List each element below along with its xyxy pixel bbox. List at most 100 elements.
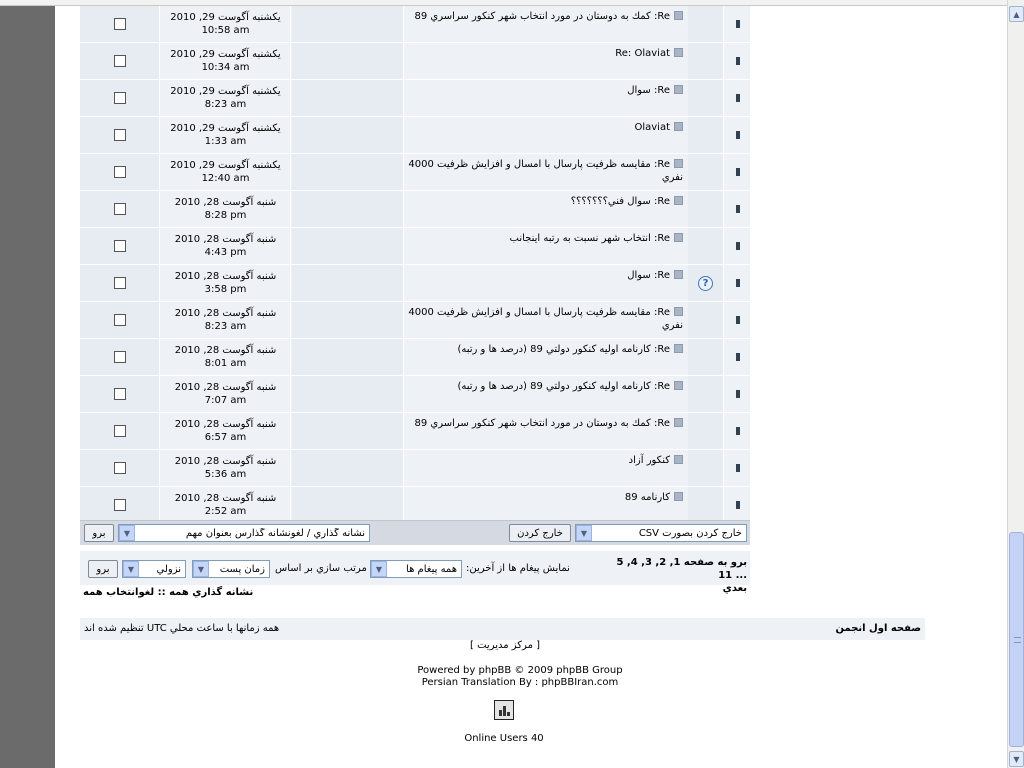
post-subject-link[interactable]: Re: كمك به دوستان در مورد انتخاب شهر كنك… [414, 11, 670, 22]
post-time: 4:43 pm [204, 247, 247, 258]
row-marker [725, 191, 750, 227]
online-users-count: Online Users 40 [464, 733, 544, 744]
export-button[interactable]: خارج كردن [509, 524, 571, 542]
mark-all-links[interactable]: نشانه گذاري همه :: لغوانتخاب همه [83, 587, 253, 598]
post-marker-icon [735, 242, 740, 250]
sort-key-select[interactable]: ▼ زمان پست [192, 560, 270, 578]
row-select-cell [80, 339, 160, 375]
sort-label: مرتب سازي بر اساس [275, 563, 367, 574]
post-subject-link[interactable]: كنكور آزاد [629, 455, 670, 466]
post-subject-link[interactable]: Re: كمك به دوستان در مورد انتخاب شهر كنك… [414, 418, 670, 429]
stats-icon[interactable] [494, 700, 514, 720]
post-day: شنبه آگوست 28, 2010 [174, 271, 277, 282]
post-subject-link[interactable]: Re: مقايسه ظرفيت پارسال با امسال و افزاي… [408, 307, 683, 331]
post-row: شنبه آگوست 28, 2010 7:07 am Re: كارنامه او… [80, 376, 750, 413]
row-marker [725, 487, 750, 523]
post-time: 7:07 am [204, 395, 247, 406]
chevron-down-icon: ▼ [576, 525, 592, 541]
time-range-select[interactable]: ▼ همه پيغام ها [370, 560, 462, 578]
row-checkbox[interactable] [113, 462, 126, 474]
scrollbar-thumb[interactable] [1009, 532, 1024, 747]
post-date: شنبه آگوست 28, 2010 2:52 am [161, 487, 291, 523]
sort-go-button[interactable]: برو [88, 560, 118, 578]
post-time: 1:33 am [204, 136, 247, 147]
row-checkbox[interactable] [113, 55, 126, 67]
post-row: يكشنبه آگوست 29, 2010 8:23 am Re: سوال [80, 80, 750, 117]
post-time: 6:57 am [204, 432, 247, 443]
post-subject-cell: Re: Olaviat [405, 43, 687, 79]
pagination[interactable]: برو به صفحه 1, 2, 3, 4, 5 ... 11 بعدي [615, 556, 747, 595]
post-date: شنبه آگوست 28, 2010 4:43 pm [161, 228, 291, 264]
post-subject-link[interactable]: Re: سوال [627, 85, 670, 96]
next-page-link[interactable]: بعدي [615, 582, 747, 595]
post-date: شنبه آگوست 28, 2010 8:28 pm [161, 191, 291, 227]
row-select-cell [80, 154, 160, 190]
export-select[interactable]: ▼ خارج كردن بصورت CSV [575, 524, 747, 542]
post-subject-link[interactable]: Re: مقايسه ظرفيت پارسال با امسال و افزاي… [408, 159, 683, 183]
row-checkbox[interactable] [113, 166, 126, 178]
empty-cell [292, 6, 404, 42]
topic-icon-cell [688, 487, 724, 523]
scroll-up-arrow-icon[interactable]: ▲ [1009, 6, 1024, 22]
post-list: يكشنبه آگوست 29, 2010 10:58 am Re: كمك به … [80, 6, 750, 524]
post-row: شنبه آگوست 28, 2010 2:52 am كارنامه 89 [80, 487, 750, 524]
post-time: 10:58 am [201, 25, 250, 36]
post-subject-link[interactable]: Re: سوال فني؟؟؟؟؟؟؟ [571, 196, 670, 207]
row-checkbox[interactable] [113, 92, 126, 104]
empty-cell [292, 228, 404, 264]
row-checkbox[interactable] [113, 351, 126, 363]
post-subject-link[interactable]: Olaviat [634, 122, 670, 133]
row-checkbox[interactable] [113, 129, 126, 141]
post-time: 5:36 am [204, 469, 247, 480]
row-checkbox[interactable] [113, 388, 126, 400]
post-subject-cell: كنكور آزاد [405, 450, 687, 486]
row-marker [725, 117, 750, 153]
scroll-down-arrow-icon[interactable]: ▼ [1009, 751, 1024, 767]
admin-panel-link[interactable]: [ مركز مديريت ] [470, 640, 540, 651]
post-row: يكشنبه آگوست 29, 2010 10:58 am Re: كمك به … [80, 6, 750, 43]
row-checkbox[interactable] [113, 240, 126, 252]
forum-home-link[interactable]: صفحه اول انجمن [835, 623, 921, 634]
row-marker [725, 376, 750, 412]
row-checkbox[interactable] [113, 314, 126, 326]
empty-cell [292, 339, 404, 375]
translation-credit[interactable]: Persian Translation By : phpBBIran.com [335, 677, 705, 689]
post-subject-cell: Re: سوال [405, 80, 687, 116]
topic-icon-cell [688, 43, 724, 79]
row-marker [725, 6, 750, 42]
topic-icon-cell [688, 117, 724, 153]
row-checkbox[interactable] [113, 277, 126, 289]
row-checkbox[interactable] [113, 203, 126, 215]
topic-icon-cell [688, 191, 724, 227]
post-subject-link[interactable]: Re: Olaviat [615, 48, 670, 59]
topic-icon-cell [688, 228, 724, 264]
post-day: يكشنبه آگوست 29, 2010 [170, 86, 281, 97]
sort-order-select[interactable]: ▼ نزولي [122, 560, 186, 578]
post-marker-icon [735, 464, 740, 472]
topic-icon-cell [688, 339, 724, 375]
row-select-cell [80, 487, 160, 523]
post-subject-link[interactable]: Re: كارنامه اوليه كنكور دولتي 89 (درصد ه… [457, 381, 670, 392]
post-icon [674, 159, 683, 168]
post-subject-link[interactable]: Re: سوال [627, 270, 670, 281]
empty-cell [292, 117, 404, 153]
vertical-scrollbar[interactable]: ▲ ▼ [1007, 0, 1024, 768]
topic-icon-cell: ? [688, 265, 724, 301]
post-subject-link[interactable]: Re: كارنامه اوليه كنكور دولتي 89 (درصد ه… [457, 344, 670, 355]
go-button[interactable]: برو [84, 524, 114, 542]
row-checkbox[interactable] [113, 18, 126, 30]
row-checkbox[interactable] [113, 499, 126, 511]
post-marker-icon [735, 205, 740, 213]
row-select-cell [80, 191, 160, 227]
pagination-pages[interactable]: برو به صفحه 1, 2, 3, 4, 5 ... 11 [615, 556, 747, 582]
powered-by-text[interactable]: Powered by phpBB © 2009 phpBB Group [335, 665, 705, 677]
post-day: يكشنبه آگوست 29, 2010 [170, 160, 281, 171]
post-icon [674, 11, 683, 20]
post-subject-link[interactable]: كارنامه 89 [625, 492, 670, 503]
mark-important-select[interactable]: ▼ نشانه گذاري / لغونشانه گذارس بعنوان مه… [118, 524, 370, 542]
empty-cell [292, 413, 404, 449]
post-subject-link[interactable]: Re: انتخاب شهر نسبت به رتبه اينجانب [510, 233, 670, 244]
post-icon [674, 307, 683, 316]
row-checkbox[interactable] [113, 425, 126, 437]
chevron-down-icon: ▼ [119, 525, 135, 541]
